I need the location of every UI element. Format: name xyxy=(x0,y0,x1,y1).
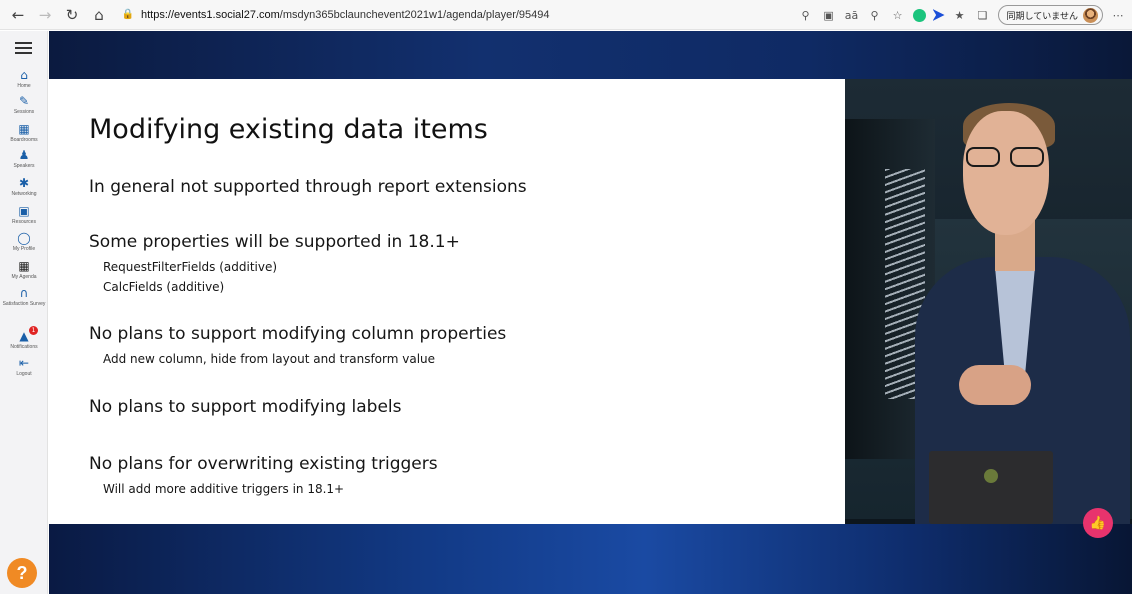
like-icon[interactable]: 👍 xyxy=(1083,508,1113,538)
sidebar-item-label: Networking xyxy=(11,191,37,197)
profile-avatar xyxy=(1083,7,1098,23)
sidebar-item-label: Sessions xyxy=(13,109,35,115)
networking-icon: ✱ xyxy=(18,176,30,190)
address-bar[interactable]: 🔒 https://events1.social27.com/msdyn365b… xyxy=(121,4,881,26)
refresh-icon[interactable]: ↻ xyxy=(60,3,84,27)
zoom-icon[interactable]: ⚲ xyxy=(867,7,883,23)
sidebar-item-label: My Profile xyxy=(12,246,36,252)
boardroom-icon: ▦ xyxy=(18,122,30,136)
url-text: https://events1.social27.com/msdyn365bcl… xyxy=(141,9,550,21)
calendar-icon: ▦ xyxy=(18,259,30,273)
laptop xyxy=(929,451,1053,524)
bookmark-icon[interactable]: ☆ xyxy=(890,7,906,23)
sidebar-item-home[interactable]: ⌂ Home xyxy=(0,68,48,90)
sidebar-item-my-profile[interactable]: ◯ My Profile xyxy=(0,231,48,253)
sidebar-item-networking[interactable]: ✱ Networking xyxy=(0,176,48,198)
reader-icon[interactable]: ▣ xyxy=(821,7,837,23)
pen-icon: ✎ xyxy=(18,94,30,108)
forward-icon[interactable]: → xyxy=(33,3,57,27)
sidebar-item-boardrooms[interactable]: ▦ Boardrooms xyxy=(0,122,48,144)
slide-sub-bullet: Will add more additive triggers in 18.1+ xyxy=(103,482,345,496)
sync-label: 同期していません xyxy=(1006,10,1078,21)
sidebar-item-resources[interactable]: ▣ Resources xyxy=(0,204,48,226)
sidebar-item-logout[interactable]: ⇤ Logout xyxy=(0,356,48,378)
slide-sub-bullet: RequestFilterFields (additive) xyxy=(103,260,278,274)
presentation-slide: Modifying existing data items In general… xyxy=(49,79,845,524)
profile-sync-button[interactable]: 同期していません xyxy=(997,5,1103,25)
logout-icon: ⇤ xyxy=(18,356,30,370)
home-icon: ⌂ xyxy=(20,68,28,82)
notification-badge: 1 xyxy=(29,326,38,335)
back-icon[interactable]: ← xyxy=(6,3,30,27)
sidebar-item-label: Notifications xyxy=(10,344,38,350)
home-icon[interactable]: ⌂ xyxy=(87,3,111,27)
url-host: https://events1.social27.com xyxy=(141,8,280,21)
help-button[interactable]: ? xyxy=(7,558,37,588)
sidebar-item-label: Boardrooms xyxy=(10,137,38,143)
speaker-head xyxy=(963,111,1049,235)
sidebar-item-label: Resources xyxy=(12,219,36,225)
slide-sub-bullet: CalcFields (additive) xyxy=(103,280,225,294)
slide-bullet: No plans for overwriting existing trigge… xyxy=(89,454,438,474)
speaker-glasses xyxy=(966,147,1046,169)
favorites-icon[interactable]: ★ xyxy=(952,7,968,23)
sidebar-item-label: Home xyxy=(17,83,31,89)
speaker-hands xyxy=(959,365,1031,405)
slide-title: Modifying existing data items xyxy=(89,114,488,145)
speaker-icon: ♟ xyxy=(18,148,30,162)
sidebar-item-notifications[interactable]: ▲ 1 Notifications xyxy=(0,326,48,350)
laptop-logo-icon xyxy=(984,469,998,483)
sidebar-item-label: Speakers xyxy=(13,163,35,169)
player-top-band xyxy=(49,31,1132,79)
video-player[interactable]: Modifying existing data items In general… xyxy=(49,31,1132,594)
browser-toolbar: ← → ↻ ⌂ 🔒 https://events1.social27.com/m… xyxy=(0,0,1132,30)
toolbar-right: ⚲ ▣ aā ⚲ ☆ ★ ❏ 同期していません ⋯ xyxy=(798,3,1126,27)
hamburger-menu-icon[interactable] xyxy=(15,42,32,54)
slide-sub-bullet: Add new column, hide from layout and tra… xyxy=(103,352,436,366)
slide-bullet: Some properties will be supported in 18.… xyxy=(89,232,460,252)
speaker-video xyxy=(845,79,1132,524)
slide-bullet: No plans to support modifying labels xyxy=(89,397,402,417)
slide-bullet: No plans to support modifying column pro… xyxy=(89,324,507,344)
sidebar-item-label: Satisfaction Survey xyxy=(2,301,46,307)
survey-icon: ∩ xyxy=(19,286,29,300)
sidebar-item-sessions[interactable]: ✎ Sessions xyxy=(0,94,48,116)
player-bottom-band xyxy=(49,524,1132,594)
lock-icon: 🔒 xyxy=(121,9,135,20)
nav-buttons: ← → ↻ ⌂ xyxy=(6,3,111,27)
sidebar: ⌂ Home ✎ Sessions ▦ Boardrooms ♟ Speaker… xyxy=(0,31,48,594)
extension-green-icon[interactable] xyxy=(912,8,926,22)
url-path: /msdyn365bclaunchevent2021w1/agenda/play… xyxy=(279,8,550,21)
sidebar-item-satisfaction-survey[interactable]: ∩ Satisfaction Survey xyxy=(0,286,48,308)
profile-icon: ◯ xyxy=(17,231,31,245)
sidebar-item-speakers[interactable]: ♟ Speakers xyxy=(0,148,48,170)
sidebar-item-label: My Agenda xyxy=(11,274,37,280)
read-aloud-icon[interactable]: aā xyxy=(844,7,860,23)
sidebar-item-my-agenda[interactable]: ▦ My Agenda xyxy=(0,259,48,281)
resources-icon: ▣ xyxy=(18,204,30,218)
key-icon[interactable]: ⚲ xyxy=(798,7,814,23)
extension-blue-icon[interactable] xyxy=(932,9,945,21)
sidebar-item-label: Logout xyxy=(16,371,32,377)
collections-icon[interactable]: ❏ xyxy=(975,7,991,23)
slide-bullet: In general not supported through report … xyxy=(89,177,527,197)
more-icon[interactable]: ⋯ xyxy=(1110,7,1126,23)
